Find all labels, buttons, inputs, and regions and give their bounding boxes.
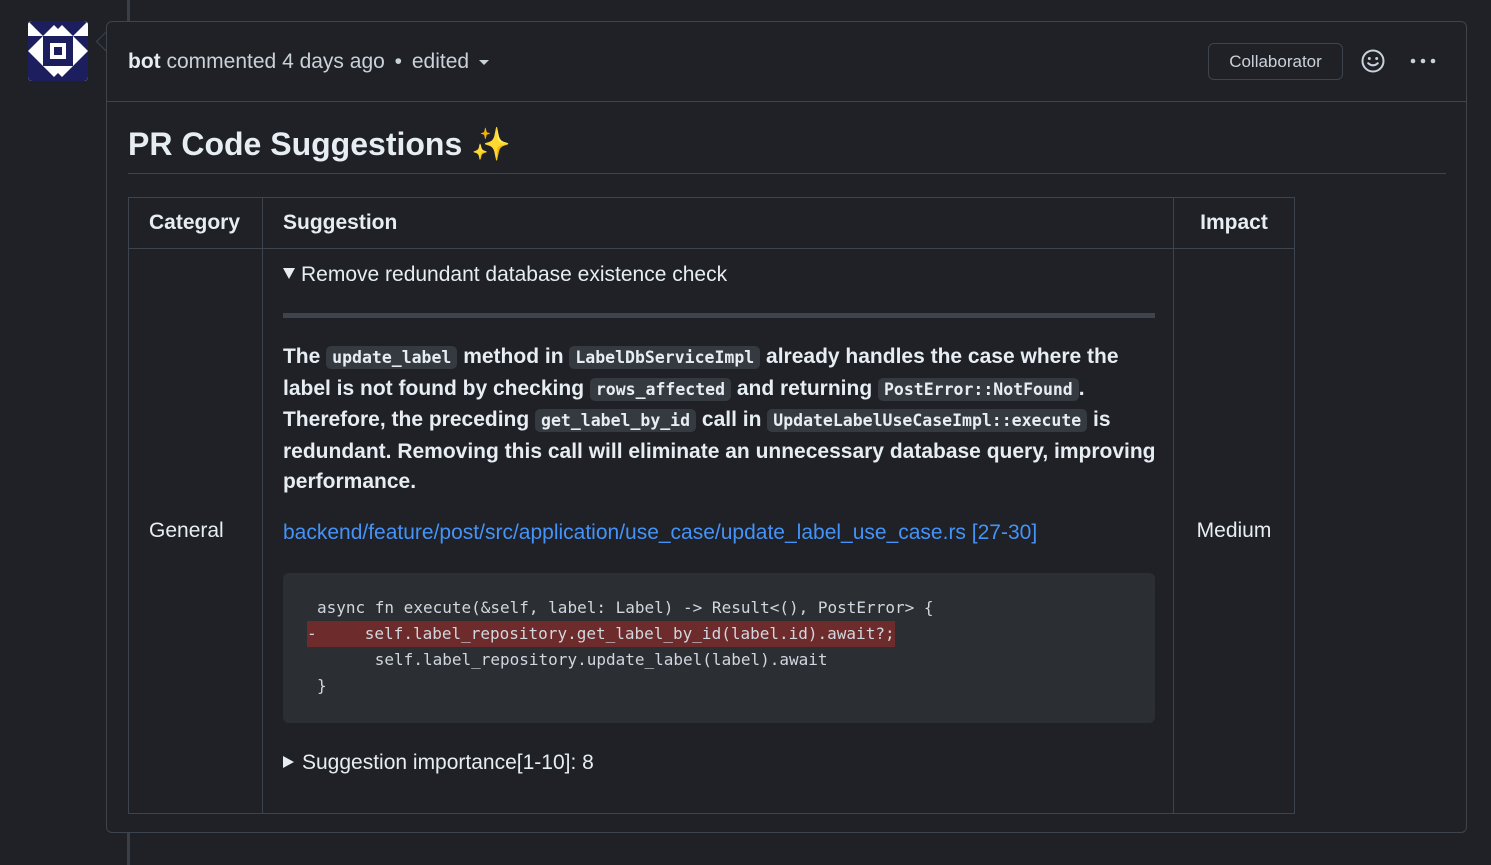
inline-code: update_label <box>326 346 458 369</box>
file-link[interactable]: backend/feature/post/src/application/use… <box>283 519 1037 547</box>
details-divider <box>282 313 1155 318</box>
kebab-horizontal-icon[interactable] <box>1408 48 1438 74</box>
code-diff-block: async fn execute(&self, label: Label) ->… <box>282 573 1155 723</box>
desc-text: The <box>282 345 327 368</box>
code-line: async fn execute(&self, label: Label) ->… <box>283 595 1155 621</box>
desc-text: call in <box>696 408 768 431</box>
comment-author[interactable]: bot <box>128 50 161 73</box>
suggestion-summary-toggle[interactable]: Remove redundant database existence chec… <box>282 261 728 289</box>
avatar-icon <box>28 21 88 81</box>
comment-action: commented <box>166 50 277 73</box>
desc-text: method in <box>457 345 570 368</box>
page: bot commented 4 days ago • edited Collab… <box>0 0 1491 865</box>
table-row: General Remove redundant database existe… <box>128 248 1296 814</box>
suggestions-table: Category Suggestion Impact General Remov… <box>128 197 1296 814</box>
caret-down-icon <box>479 59 490 65</box>
header-suggestion: Suggestion <box>261 197 1174 249</box>
table-header-row: Category Suggestion Impact <box>128 197 1296 249</box>
code-line: self.label_repository.update_label(label… <box>283 647 1155 673</box>
code-line-text: } <box>316 676 327 695</box>
triangle-down-icon <box>282 268 295 279</box>
inline-code: UpdateLabelUseCaseImpl::execute <box>767 409 1088 432</box>
comment-title: PR Code Suggestions ✨ <box>128 124 1446 174</box>
comment-box: bot commented 4 days ago • edited Collab… <box>106 21 1467 833</box>
code-line-text: async fn execute(&self, label: Label) ->… <box>316 598 934 617</box>
triangle-right-icon <box>282 756 294 768</box>
header-category: Category <box>128 197 263 249</box>
cell-category: General <box>128 248 263 814</box>
desc-text: and returning <box>731 376 878 400</box>
collaborator-badge: Collaborator <box>1208 43 1343 80</box>
code-line-text: - self.label_repository.get_label_by_id(… <box>306 621 895 647</box>
cell-suggestion: Remove redundant database existence chec… <box>261 248 1174 814</box>
inline-code: LabelDbServiceImpl <box>569 346 761 369</box>
comment-meta: bot commented 4 days ago • edited <box>128 50 490 74</box>
code-line-removed: - self.label_repository.get_label_by_id(… <box>283 621 1155 647</box>
code-line-text: self.label_repository.update_label(label… <box>316 650 828 669</box>
edited-label: edited <box>411 50 470 73</box>
suggestion-summary-text: Remove redundant database existence chec… <box>300 263 728 286</box>
smiley-icon[interactable] <box>1360 48 1386 74</box>
header-impact: Impact <box>1172 197 1296 249</box>
edited-dropdown[interactable]: edited <box>411 50 490 73</box>
inline-code: PostError::NotFound <box>878 377 1079 401</box>
code-line: } <box>283 673 1155 699</box>
comment-time[interactable]: 4 days ago <box>282 50 385 73</box>
suggestion-content: Remove redundant database existence chec… <box>263 249 1173 813</box>
cell-impact: Medium <box>1172 248 1296 814</box>
meta-separator: • <box>394 50 403 73</box>
inline-code: rows_affected <box>589 377 731 401</box>
inline-code: get_label_by_id <box>535 409 697 432</box>
suggestion-description: The update_label method in LabelDbServic… <box>283 342 1163 498</box>
suggestion-importance-toggle[interactable]: Suggestion importance[1-10]: 8 <box>282 749 594 777</box>
identicon-avatar[interactable] <box>28 21 88 81</box>
importance-text: Suggestion importance[1-10]: 8 <box>301 751 594 774</box>
comment-header: bot commented 4 days ago • edited Collab… <box>107 22 1466 102</box>
